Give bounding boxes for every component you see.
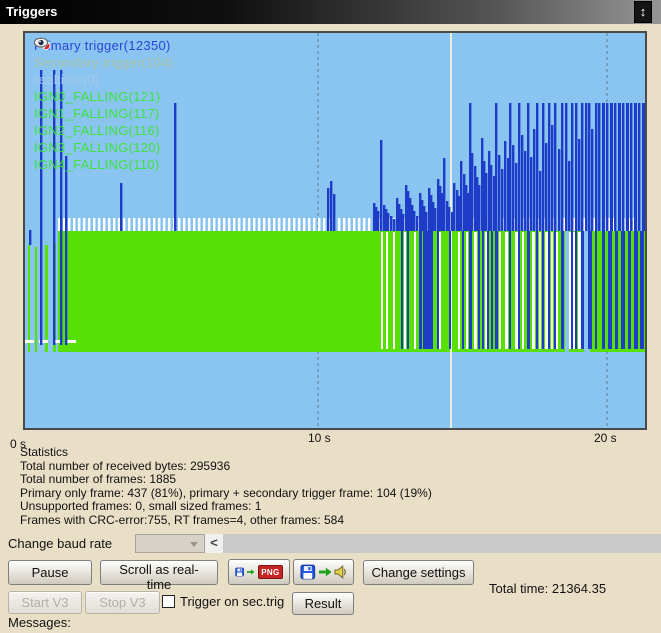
legend-item: IGN4_FALLING(110) bbox=[34, 156, 179, 173]
resize-vertical-icon: ↕ bbox=[640, 4, 647, 19]
statistics-line: Total number of frames: 1885 bbox=[20, 473, 432, 487]
legend-item-label: IGN2_FALLING(116) bbox=[34, 123, 160, 138]
horizontal-scrollbar[interactable]: < bbox=[205, 534, 661, 553]
total-time-label: Total time: 21364.35 bbox=[489, 581, 606, 596]
legend-item: IGN3_FALLING(120) bbox=[34, 139, 179, 156]
statistics-line: Frames with CRC-error:755, RT frames=4, … bbox=[20, 514, 432, 528]
resize-button[interactable]: ↕ bbox=[634, 1, 652, 23]
trigger-on-sectrig-label: Trigger on sec.trig bbox=[180, 594, 284, 609]
arrow-right-icon bbox=[247, 567, 255, 577]
start-v3-button[interactable]: Start V3 bbox=[8, 591, 82, 614]
statistics-heading: Statistics bbox=[20, 446, 432, 460]
change-baud-rate-label: Change baud rate bbox=[8, 536, 112, 551]
legend-item-label: IGN3_FALLING(120) bbox=[34, 140, 161, 155]
legend-item-label: Primary trigger(12350) bbox=[34, 38, 171, 53]
scroll-left-button[interactable]: < bbox=[205, 534, 223, 553]
legend-item: IGN0_FALLING(121) bbox=[34, 88, 179, 105]
baud-rate-select[interactable] bbox=[135, 534, 205, 553]
messages-label: Messages: bbox=[8, 615, 71, 630]
axis-tick-10s: 10 s bbox=[308, 431, 331, 445]
legend-item: IGN1_FALLING(117) bbox=[34, 105, 179, 122]
save-as-audio-button[interactable] bbox=[293, 559, 354, 585]
statistics-block: Statistics Total number of received byte… bbox=[20, 446, 432, 527]
floppy-disk-icon bbox=[235, 564, 244, 580]
legend-item-label: IGN0_FALLING(121) bbox=[34, 89, 161, 104]
legend-item-label: IGN1_FALLING(117) bbox=[34, 106, 160, 121]
trigger-on-sectrig-checkbox[interactable] bbox=[162, 595, 175, 608]
legend-item-label: IGN4_FALLING(110) bbox=[34, 157, 160, 172]
pause-button[interactable]: Pause bbox=[8, 560, 92, 585]
chart-legend: Primary trigger(12350) Secondary trigger… bbox=[34, 37, 179, 173]
change-settings-button[interactable]: Change settings bbox=[363, 560, 474, 585]
legend-item-label: realtime(0) bbox=[34, 72, 99, 87]
axis-tick-20s: 20 s bbox=[594, 431, 617, 445]
legend-item-label: Secondary trigger(104) bbox=[34, 55, 174, 70]
legend-item: Primary trigger(12350) bbox=[34, 37, 179, 54]
legend-item: realtime(0) bbox=[34, 71, 179, 88]
floppy-disk-icon bbox=[300, 564, 316, 580]
statistics-line: Unsupported frames: 0, small sized frame… bbox=[20, 500, 432, 514]
statistics-line: Total number of received bytes: 295936 bbox=[20, 460, 432, 474]
result-button[interactable]: Result bbox=[292, 592, 354, 615]
save-as-png-button[interactable]: PNG bbox=[228, 559, 290, 585]
legend-item: IGN2_FALLING(116) bbox=[34, 122, 179, 139]
window-title: Triggers bbox=[6, 4, 57, 19]
legend-item: Secondary trigger(104) bbox=[34, 54, 179, 71]
triggers-window: Triggers ↕ Primary trigger(12350) Second… bbox=[0, 0, 661, 633]
titlebar: Triggers ↕ bbox=[0, 0, 661, 24]
stop-v3-button[interactable]: Stop V3 bbox=[85, 591, 160, 614]
png-badge: PNG bbox=[258, 565, 283, 579]
chart-panel: Primary trigger(12350) Secondary trigger… bbox=[23, 31, 647, 430]
scrollbar-track[interactable] bbox=[223, 534, 661, 553]
arrow-right-icon bbox=[319, 567, 332, 577]
statistics-line: Primary only frame: 437 (81%), primary +… bbox=[20, 487, 432, 501]
speaker-icon bbox=[334, 565, 347, 579]
scroll-as-realtime-button[interactable]: Scroll as real-time bbox=[100, 560, 218, 585]
chevron-down-icon bbox=[190, 542, 198, 547]
